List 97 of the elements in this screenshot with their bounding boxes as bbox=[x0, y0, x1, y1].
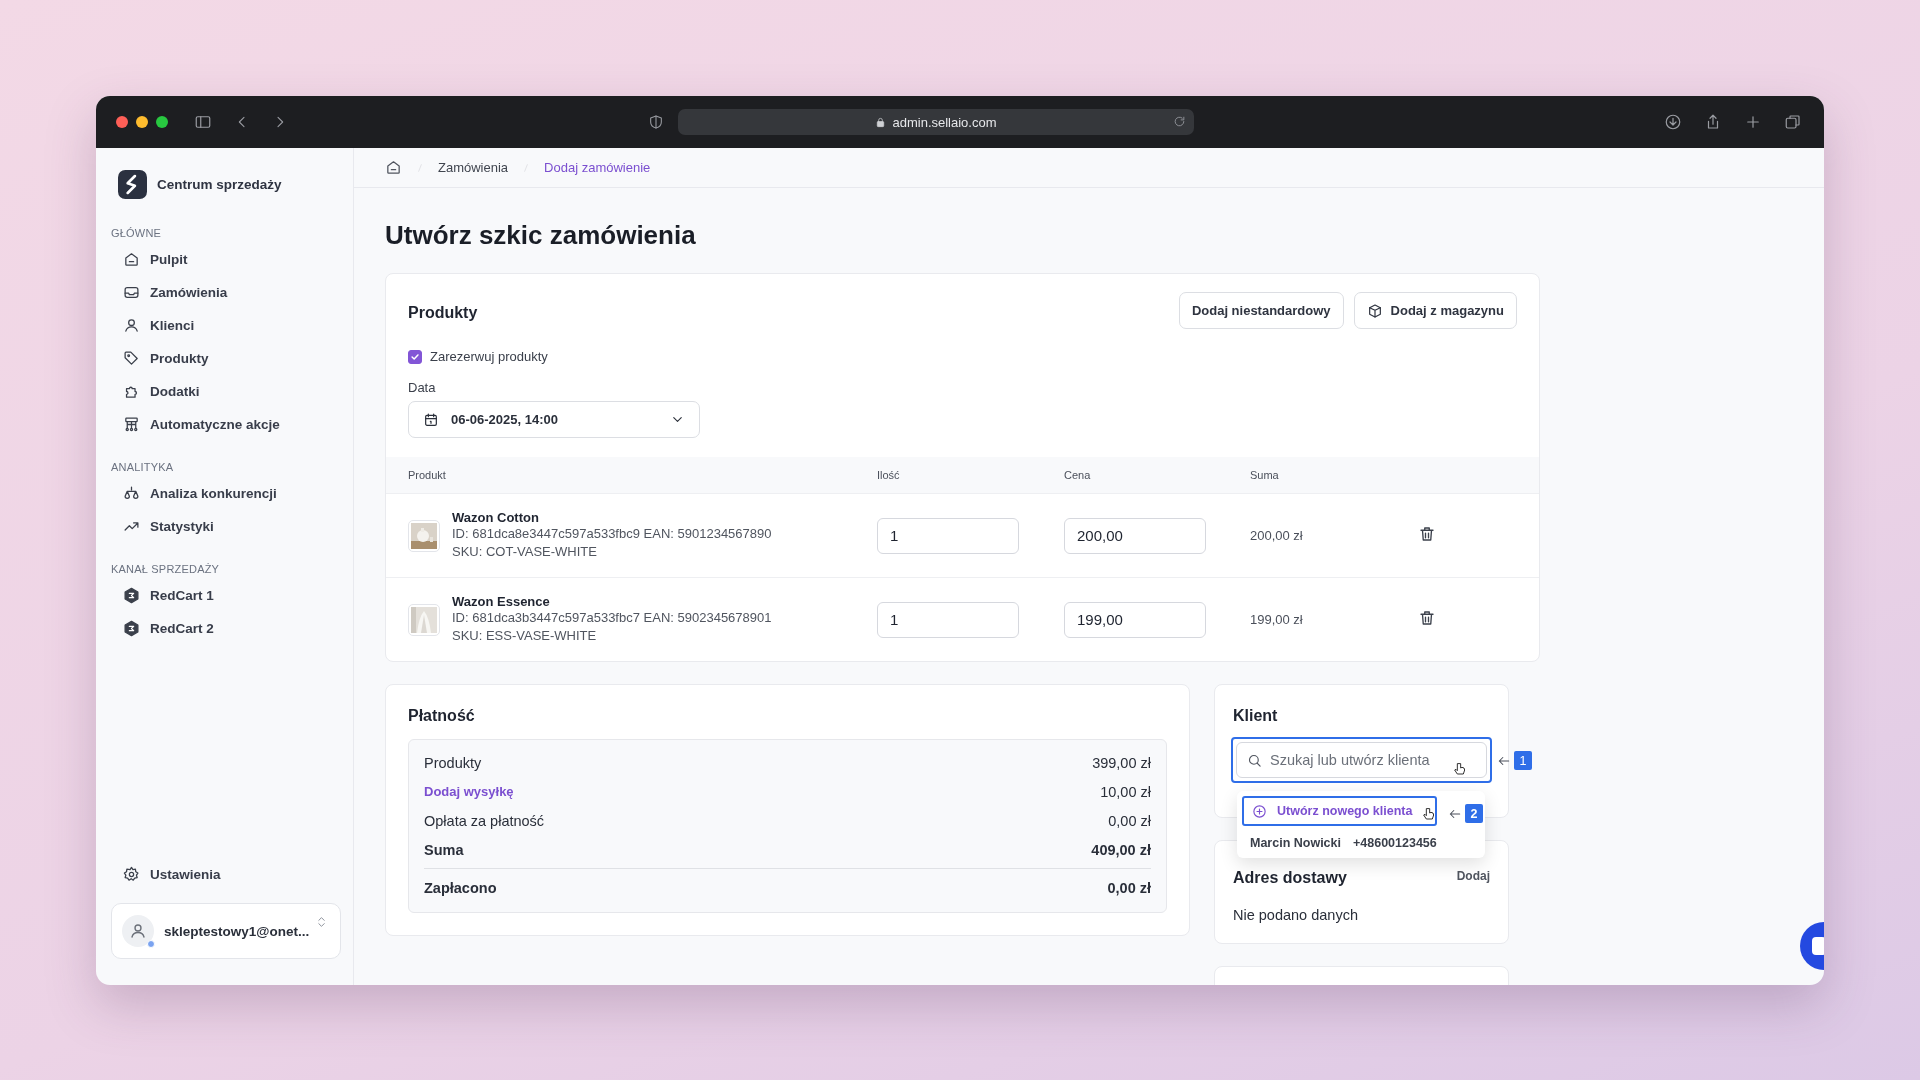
account-email: skleptestowy1@onet... bbox=[164, 923, 310, 939]
step-badge: 1 bbox=[1514, 751, 1532, 770]
summary-label: Zapłacono bbox=[424, 879, 497, 896]
empty-text: Nie podano danych bbox=[1233, 907, 1359, 923]
product-sku: SKU: COT-VASE-WHITE bbox=[452, 543, 598, 561]
sidebar-item[interactable]: Pulpit bbox=[111, 243, 341, 276]
account-switcher[interactable]: skleptestowy1@onet... bbox=[111, 903, 341, 959]
column-header: Cena bbox=[1064, 469, 1092, 481]
summary-value: 399,00 zł bbox=[1092, 754, 1151, 771]
home-icon bbox=[123, 251, 140, 268]
section-title: GŁÓWNE bbox=[111, 227, 163, 239]
delete-icon[interactable] bbox=[1418, 609, 1436, 627]
step-badge: 2 bbox=[1465, 804, 1483, 823]
product-ids: ID: 681dca8e3447c597a533fbc9 EAN: 5901234567890 bbox=[452, 525, 772, 543]
column-header: Suma bbox=[1250, 469, 1280, 481]
summary-value: 10,00 zł bbox=[1100, 783, 1151, 800]
minimize-button[interactable] bbox=[136, 116, 148, 128]
hexagon-icon bbox=[123, 587, 140, 604]
price-field[interactable]: 200,00 bbox=[1064, 517, 1206, 554]
add-button[interactable]: Dodaj niestandardowy bbox=[1178, 292, 1344, 329]
line-total: 199,00 zł bbox=[1250, 612, 1304, 627]
breadcrumb-link[interactable]: Zamówienia bbox=[438, 160, 509, 175]
sidebar-item[interactable]: RedCart 1 bbox=[111, 579, 341, 612]
quantity-field[interactable]: 1 bbox=[877, 517, 1019, 554]
card-title: Produkty bbox=[408, 304, 478, 323]
sidebar-item[interactable]: RedCart 2 bbox=[111, 612, 341, 645]
check-icon bbox=[410, 351, 420, 362]
card-title: Klient bbox=[1233, 707, 1279, 725]
add-shipping-link[interactable]: Dodaj wysyłkę bbox=[424, 784, 514, 799]
product-name: Wazon Essence bbox=[452, 594, 551, 609]
calendar-icon bbox=[423, 411, 439, 428]
checkbox[interactable] bbox=[408, 349, 422, 364]
user-icon bbox=[129, 922, 147, 940]
plus-icon[interactable] bbox=[1744, 113, 1762, 131]
line-total: 200,00 zł bbox=[1250, 528, 1304, 543]
summary-value: 409,00 zł bbox=[1091, 841, 1151, 858]
home-icon[interactable] bbox=[385, 159, 402, 176]
card-title: Adres dostawy bbox=[1233, 869, 1347, 887]
maximize-button[interactable] bbox=[156, 116, 168, 128]
plus-circle-icon bbox=[1252, 803, 1267, 819]
client-phone: +48600123456 bbox=[1353, 836, 1437, 850]
column-header: Ilość bbox=[877, 469, 901, 481]
shield-icon[interactable] bbox=[648, 114, 664, 130]
quantity-field[interactable]: 1 bbox=[877, 601, 1019, 638]
inbox-icon bbox=[123, 284, 140, 301]
tabs-icon[interactable] bbox=[1784, 113, 1802, 131]
client-option[interactable]: Marcin Nowicki +48600123456 bbox=[1242, 826, 1480, 850]
section-title: KANAŁ SPRZEDAŻY bbox=[111, 563, 221, 575]
page-title: Utwórz szkic zamówienia bbox=[385, 220, 697, 251]
sidebar-item[interactable]: Produkty bbox=[111, 342, 341, 375]
summary-label: Opłata za płatność bbox=[424, 812, 545, 829]
summary-label: Produkty bbox=[424, 754, 482, 771]
box-icon bbox=[1366, 302, 1383, 319]
sidebar-item[interactable]: Dodatki bbox=[111, 375, 341, 408]
hierarchy-icon bbox=[123, 416, 140, 433]
product-ids: ID: 681dca3b3447c597a533fbc7 EAN: 5902345678901 bbox=[452, 609, 772, 627]
settings-item[interactable]: Ustawienia bbox=[111, 858, 341, 891]
chevron-updown-icon bbox=[315, 914, 328, 930]
summary-value: 0,00 zł bbox=[1107, 879, 1151, 896]
logo-icon[interactable] bbox=[118, 170, 147, 199]
tag-icon bbox=[123, 350, 140, 367]
checkbox-label: Zarezerwuj produkty bbox=[430, 349, 548, 364]
sidebar-item[interactable]: Klienci bbox=[111, 309, 341, 342]
sidebar-item[interactable]: Zamówienia bbox=[111, 276, 341, 309]
product-sku: SKU: ESS-VASE-WHITE bbox=[452, 627, 598, 645]
lock-icon bbox=[875, 116, 887, 128]
search-field[interactable]: Szukaj lub utwórz klienta bbox=[1236, 742, 1487, 778]
sidebar-item[interactable]: Analiza konkurencji bbox=[111, 477, 341, 510]
price-field[interactable]: 199,00 bbox=[1064, 601, 1206, 638]
card-title: Płatność bbox=[408, 707, 476, 725]
search-icon bbox=[1247, 753, 1262, 768]
breadcrumb-link[interactable]: Dodaj zamówienie bbox=[544, 160, 651, 175]
add-button[interactable]: Dodaj z magazynu bbox=[1353, 292, 1517, 329]
download-icon[interactable] bbox=[1664, 113, 1682, 131]
address-bar[interactable]: admin.sellaio.com bbox=[678, 109, 1194, 135]
settings-icon bbox=[123, 866, 140, 883]
brand-name: Centrum sprzedaży bbox=[157, 177, 282, 192]
scale-icon bbox=[123, 485, 140, 502]
column-header: Produkt bbox=[408, 469, 447, 481]
hexagon-icon bbox=[123, 620, 140, 637]
sidebar-icon[interactable] bbox=[194, 113, 212, 131]
close-button[interactable] bbox=[116, 116, 128, 128]
add-link[interactable]: Dodaj bbox=[1456, 869, 1490, 883]
date-picker[interactable]: 06-06-2025, 14:00 bbox=[408, 401, 700, 438]
field-label: Data bbox=[407, 379, 437, 397]
delete-icon[interactable] bbox=[1418, 525, 1436, 543]
sidebar-item[interactable]: Automatyczne akcje bbox=[111, 408, 341, 441]
reload-icon[interactable] bbox=[1173, 115, 1186, 128]
url-text: admin.sellaio.com bbox=[892, 114, 997, 130]
sidebar-item[interactable]: Statystyki bbox=[111, 510, 341, 543]
client-name: Marcin Nowicki bbox=[1250, 836, 1341, 850]
summary-value: 0,00 zł bbox=[1108, 812, 1151, 829]
user-icon bbox=[123, 317, 140, 334]
section-title: ANALITYKA bbox=[111, 461, 175, 473]
product-name: Wazon Cotton bbox=[452, 510, 540, 525]
summary-label: Suma bbox=[424, 841, 464, 858]
status-dot bbox=[147, 940, 155, 948]
